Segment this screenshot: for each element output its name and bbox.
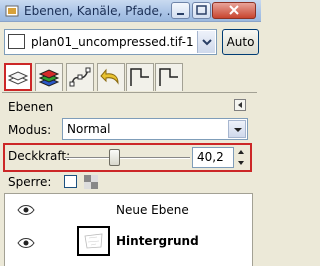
opacity-slider-handle[interactable] xyxy=(109,149,120,166)
lock-label: Sperre: xyxy=(8,175,52,189)
triangle-left-icon xyxy=(238,102,242,108)
channels-icon xyxy=(38,69,60,87)
auto-button[interactable]: Auto xyxy=(222,29,259,55)
minimize-button[interactable] xyxy=(171,2,190,19)
mode-value: Normal xyxy=(67,122,111,136)
panel-menu-button[interactable] xyxy=(234,99,246,111)
maximize-icon xyxy=(196,5,207,15)
image-name: plan01_uncompressed.tif-1 xyxy=(31,35,194,49)
spin-down-icon xyxy=(238,161,244,165)
layers-icon xyxy=(7,71,29,85)
minimize-icon xyxy=(177,13,184,15)
opacity-label: Deckkraft: xyxy=(8,149,71,163)
tab-layers[interactable] xyxy=(4,63,32,91)
eye-icon[interactable] xyxy=(17,237,35,249)
tab-channels[interactable] xyxy=(35,63,63,91)
opacity-increment-button[interactable] xyxy=(235,147,247,157)
lock-alpha-icon[interactable] xyxy=(84,175,98,189)
mode-dropdown-button[interactable] xyxy=(228,120,246,138)
undo-icon xyxy=(100,68,119,85)
tab-6-icon xyxy=(159,68,178,86)
opacity-value: 40,2 xyxy=(197,150,224,164)
layer-name: Neue Ebene xyxy=(116,203,189,217)
lock-pixels-checkbox[interactable] xyxy=(64,175,77,188)
close-icon xyxy=(229,5,239,15)
opacity-slider-track[interactable] xyxy=(65,157,190,159)
tab-paths[interactable] xyxy=(66,63,94,91)
layer-thumbnail xyxy=(77,226,110,256)
tab-undo-history[interactable] xyxy=(97,63,125,91)
plan-thumbnail-image xyxy=(84,233,103,249)
layer-name: Hintergrund xyxy=(116,234,199,248)
tab-5-icon xyxy=(130,68,149,86)
tab-6[interactable] xyxy=(155,63,183,91)
opacity-decrement-button[interactable] xyxy=(235,158,247,168)
chevron-down-icon xyxy=(234,128,242,132)
tab-5[interactable] xyxy=(126,63,154,91)
gimp-app-icon xyxy=(5,5,19,17)
maximize-button[interactable] xyxy=(192,2,211,19)
mode-label: Modus: xyxy=(8,123,52,137)
spin-up-icon xyxy=(238,150,244,154)
image-selector-dropdown[interactable] xyxy=(197,31,215,53)
panel-title: Ebenen xyxy=(8,100,54,114)
close-button[interactable] xyxy=(212,2,256,19)
eye-icon[interactable] xyxy=(17,204,35,216)
chevron-down-icon xyxy=(202,39,212,46)
window-title: Ebenen, Kanäle, Pfade, ... xyxy=(24,4,179,18)
paths-icon xyxy=(69,67,91,87)
image-thumbnail xyxy=(8,34,25,49)
